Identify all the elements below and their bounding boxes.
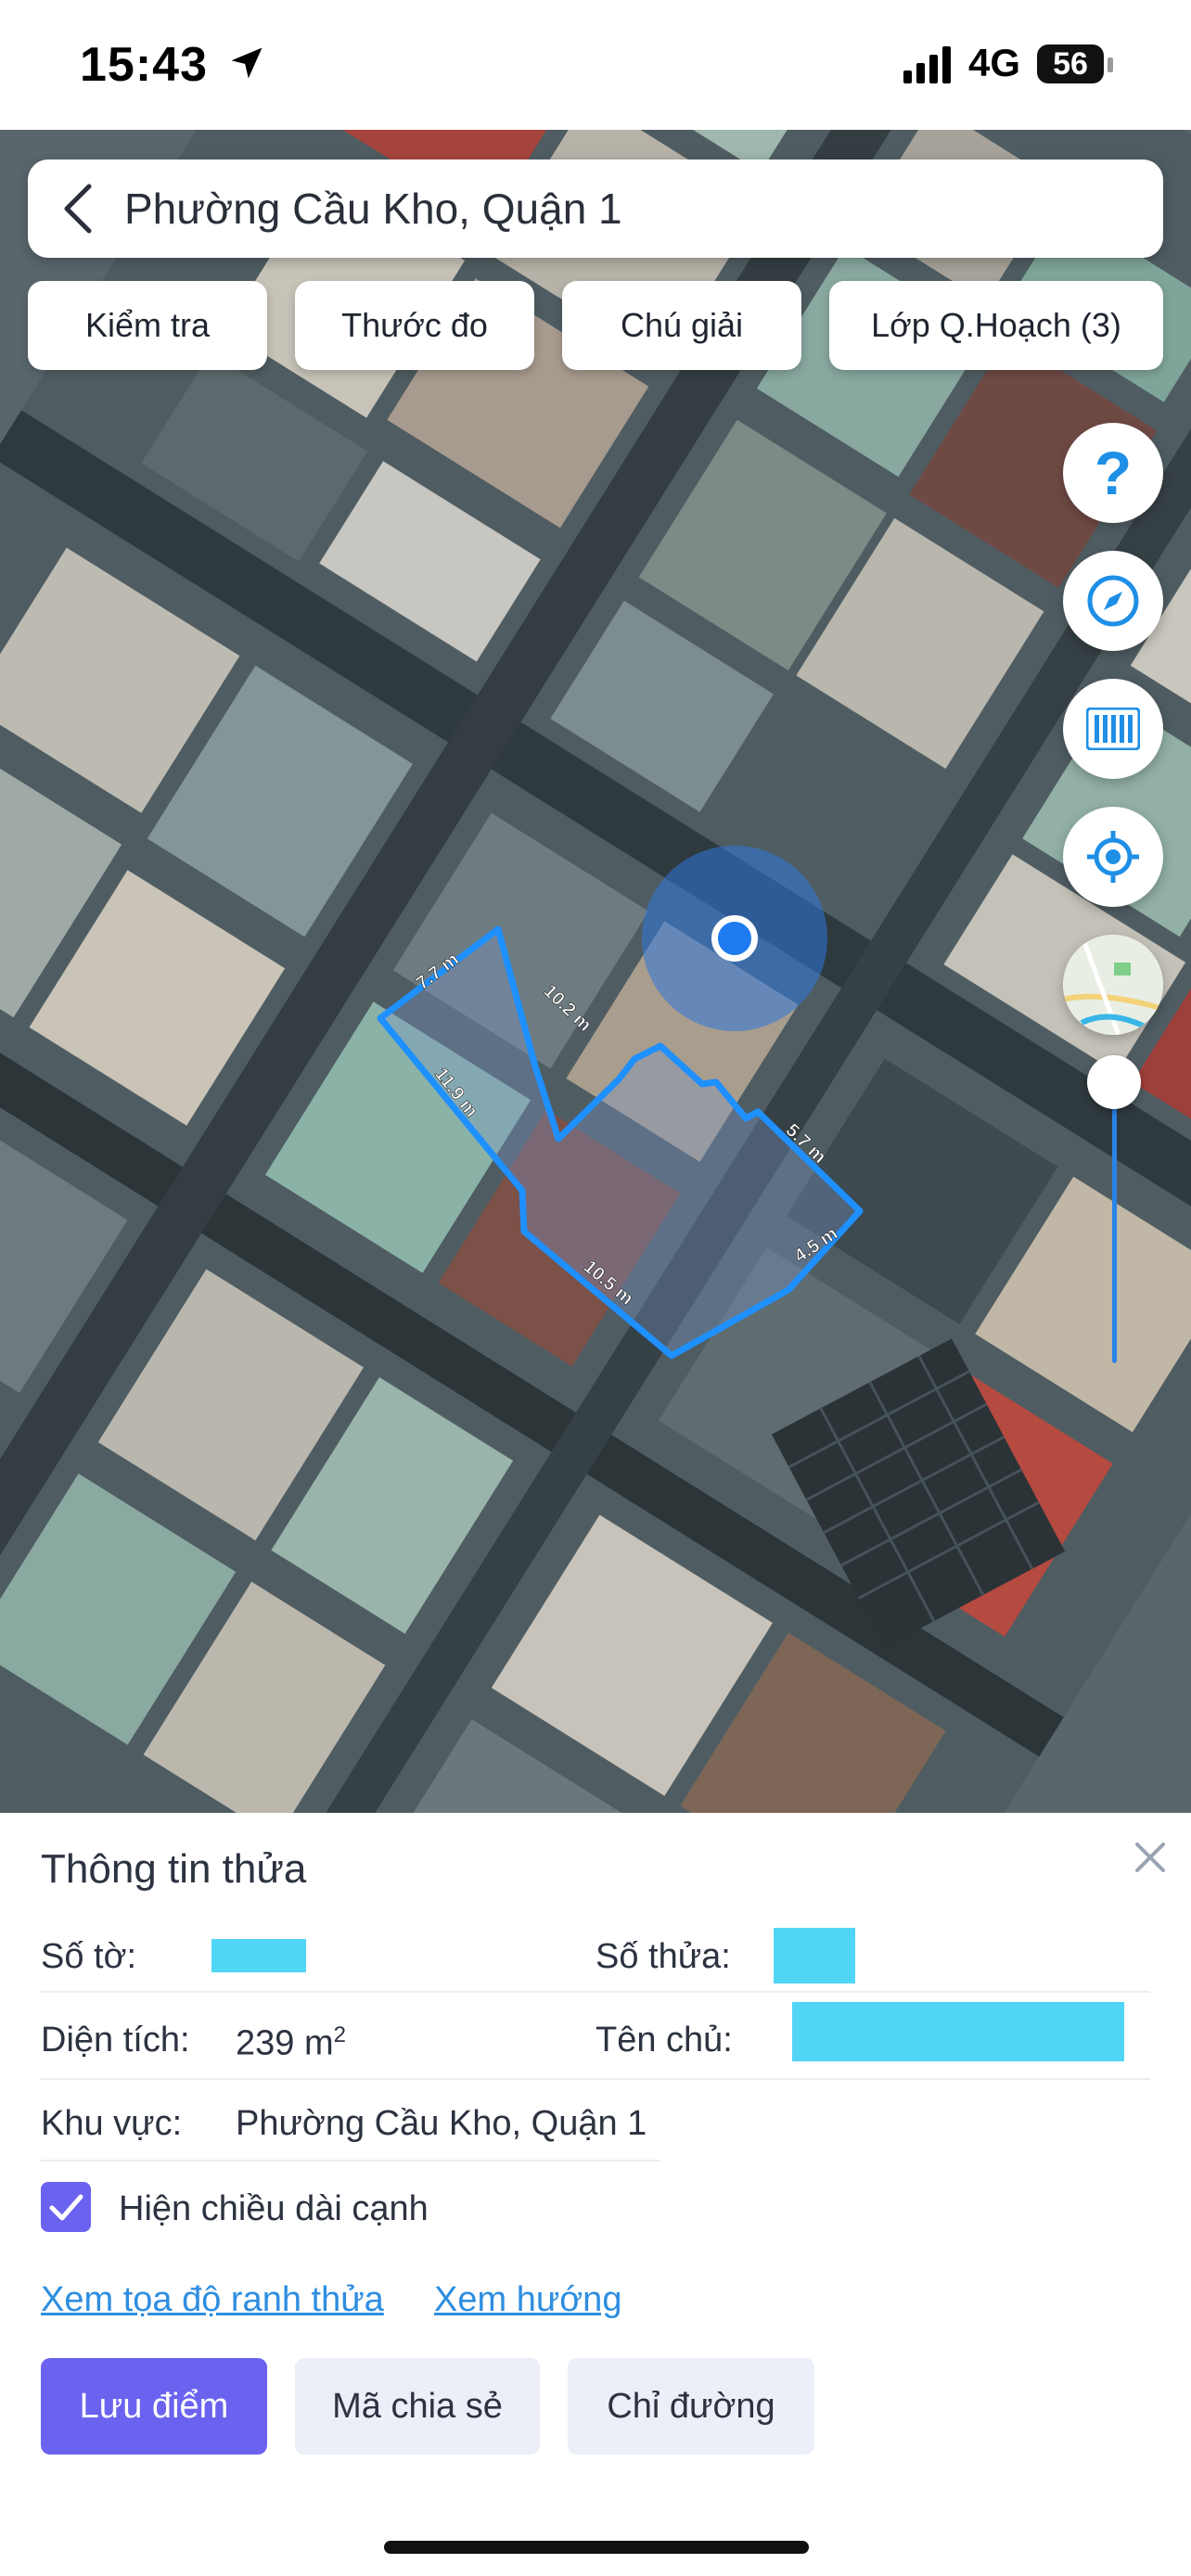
- compass-button[interactable]: [1063, 551, 1163, 651]
- barcode-icon: [1086, 708, 1140, 750]
- area-number: 239 m: [236, 2023, 334, 2063]
- tab-kiem-tra[interactable]: Kiểm tra: [28, 281, 267, 370]
- location-arrow-icon: [231, 47, 263, 79]
- help-button[interactable]: ?: [1063, 423, 1163, 523]
- row-divider: [41, 1991, 1150, 1993]
- zoom-slider-track[interactable]: [1112, 1083, 1117, 1363]
- battery-tip: [1108, 57, 1113, 72]
- back-chevron-icon[interactable]: [59, 181, 96, 236]
- signal-icon: [903, 46, 951, 83]
- dien-tich-label: Diện tích:: [41, 2021, 190, 2060]
- ten-chu-redacted: [792, 2002, 1124, 2061]
- status-time: 15:43: [80, 38, 208, 92]
- row-divider: [41, 2078, 1150, 2080]
- directions-button[interactable]: Chỉ đường: [568, 2358, 814, 2455]
- zoom-slider-handle[interactable]: [1087, 1055, 1141, 1109]
- location-title: Phường Cầu Kho, Quận 1: [124, 185, 622, 233]
- parcel-info-panel: Thông tin thửa Số tờ: Số thửa: Diện tích…: [0, 1813, 1191, 2576]
- current-location-dot: [711, 915, 758, 962]
- battery-level: 56: [1053, 45, 1088, 82]
- view-direction-link[interactable]: Xem hướng: [434, 2280, 621, 2320]
- tool-tabs: Kiểm tra Thước đo Chú giải Lớp Q.Hoạch (…: [28, 281, 1163, 370]
- khu-vuc-value: Phường Cầu Kho, Quận 1: [236, 2104, 647, 2143]
- status-bar: 15:43 4G 56: [0, 0, 1191, 130]
- barcode-button[interactable]: [1063, 679, 1163, 779]
- network-type: 4G: [968, 41, 1021, 84]
- so-to-redacted: [211, 1939, 306, 1972]
- map-type-button[interactable]: [1063, 935, 1163, 1035]
- tab-thuoc-do[interactable]: Thước đo: [295, 281, 534, 370]
- area-unit-superscript: 2: [333, 2022, 346, 2047]
- battery-icon: 56: [1037, 45, 1104, 83]
- show-edge-length-checkbox[interactable]: [41, 2182, 91, 2232]
- dien-tich-value: 239 m2: [236, 2022, 346, 2064]
- share-code-button[interactable]: Mã chia sẻ: [295, 2358, 540, 2455]
- satellite-map[interactable]: 7.7 m 10.2 m 5.7 m 4.5 m 10.5 m 11.9 m: [0, 130, 1191, 1813]
- tab-chu-giai[interactable]: Chú giải: [562, 281, 801, 370]
- ten-chu-label: Tên chủ:: [596, 2021, 733, 2060]
- my-location-button[interactable]: [1063, 807, 1163, 907]
- so-thua-label: Số thửa:: [596, 1937, 731, 1976]
- show-edge-length-label[interactable]: Hiện chiều dài cạnh: [119, 2189, 429, 2229]
- row-divider: [41, 2160, 660, 2162]
- location-search-bar[interactable]: Phường Cầu Kho, Quận 1: [28, 159, 1163, 258]
- view-boundary-coords-link[interactable]: Xem tọa độ ranh thửa: [41, 2280, 384, 2320]
- close-icon[interactable]: [1128, 1835, 1172, 1880]
- tab-lop-quy-hoach[interactable]: Lớp Q.Hoạch (3): [829, 281, 1163, 370]
- compass-icon: [1087, 575, 1139, 627]
- help-icon: ?: [1094, 439, 1133, 507]
- map-thumbnail-icon: [1063, 935, 1163, 1035]
- so-to-label: Số tờ:: [41, 1937, 137, 1976]
- checkmark-icon: [49, 2194, 83, 2221]
- so-thua-redacted: [774, 1928, 855, 1983]
- panel-title: Thông tin thửa: [41, 1846, 307, 1892]
- save-point-button[interactable]: Lưu điểm: [41, 2358, 267, 2455]
- map-imagery: 7.7 m 10.2 m 5.7 m 4.5 m 10.5 m 11.9 m: [0, 130, 1191, 1813]
- home-indicator[interactable]: [384, 2541, 809, 2554]
- crosshair-icon: [1087, 831, 1139, 883]
- khu-vuc-label: Khu vực:: [41, 2104, 183, 2143]
